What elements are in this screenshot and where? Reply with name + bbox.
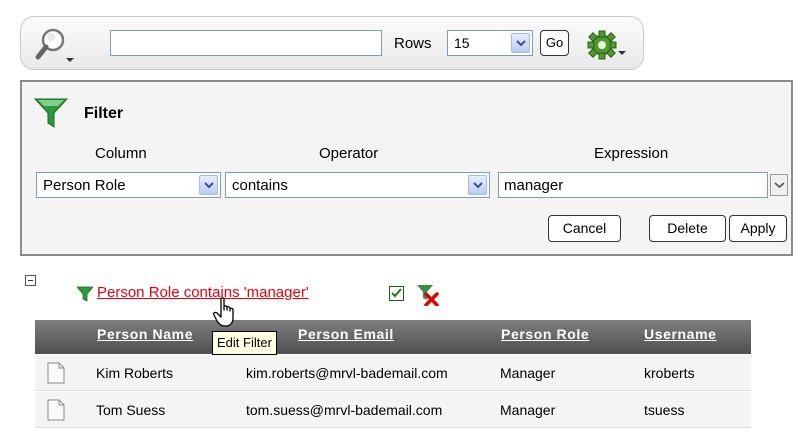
funnel-icon <box>76 286 94 302</box>
column-header: Column <box>95 145 147 162</box>
cancel-button[interactable]: Cancel <box>548 215 621 242</box>
operator-value: contains <box>232 177 288 194</box>
remove-filter-icon[interactable] <box>416 284 440 307</box>
edit-filter-tooltip: Edit Filter <box>212 331 277 355</box>
column-value: Person Role <box>43 177 126 194</box>
funnel-icon <box>33 98 69 128</box>
filter-enabled-checkbox[interactable] <box>389 286 404 301</box>
delete-button[interactable]: Delete <box>649 215 726 242</box>
cell-username: tsuess <box>644 402 685 418</box>
active-filter-link[interactable]: Person Role contains 'manager' <box>97 284 309 301</box>
rows-value: 15 <box>454 35 470 51</box>
filter-panel: Filter Column Operator Expression Person… <box>20 80 793 256</box>
apply-button[interactable]: Apply <box>729 215 787 242</box>
collapse-toggle[interactable] <box>25 275 36 286</box>
col-username[interactable]: Username <box>644 326 717 342</box>
cell-person-name: Kim Roberts <box>96 365 174 381</box>
chevron-down-icon[interactable] <box>468 175 487 195</box>
cell-person-name: Tom Suess <box>96 402 166 418</box>
document-icon[interactable] <box>47 399 65 421</box>
cell-person-role: Manager <box>500 402 556 418</box>
column-select[interactable]: Person Role <box>36 172 221 198</box>
hand-cursor-icon <box>213 297 241 331</box>
expression-dropdown-icon[interactable] <box>770 174 788 196</box>
filter-title: Filter <box>84 105 124 122</box>
cell-username: kroberts <box>644 365 695 381</box>
rows-label: Rows <box>394 35 432 52</box>
document-icon[interactable] <box>47 362 65 384</box>
col-person-role[interactable]: Person Role <box>501 326 589 342</box>
col-person-name[interactable]: Person Name <box>97 326 193 342</box>
table-row: Kim Roberts kim.roberts@mrvl-bademail.co… <box>35 355 751 391</box>
chevron-down-icon[interactable] <box>199 175 218 195</box>
cell-person-email: kim.roberts@mrvl-bademail.com <box>246 365 448 381</box>
table-row: Tom Suess tom.suess@mrvl-bademail.com Ma… <box>35 392 751 428</box>
expression-header: Expression <box>594 145 669 162</box>
gear-icon[interactable] <box>580 25 628 65</box>
go-button[interactable]: Go <box>540 30 569 56</box>
col-person-email[interactable]: Person Email <box>298 326 394 342</box>
search-toolbar: Rows 15 Go <box>20 16 644 70</box>
operator-select[interactable]: contains <box>225 172 490 198</box>
rows-select[interactable]: 15 <box>447 30 533 56</box>
search-input[interactable] <box>110 30 382 56</box>
cell-person-email: tom.suess@mrvl-bademail.com <box>246 402 443 418</box>
table-header: Person Name Person Email Person Role Use… <box>35 320 751 354</box>
search-icon[interactable] <box>33 25 77 65</box>
chevron-down-icon[interactable] <box>511 33 530 53</box>
operator-header: Operator <box>319 145 379 162</box>
cell-person-role: Manager <box>500 365 556 381</box>
expression-input[interactable] <box>498 172 768 198</box>
